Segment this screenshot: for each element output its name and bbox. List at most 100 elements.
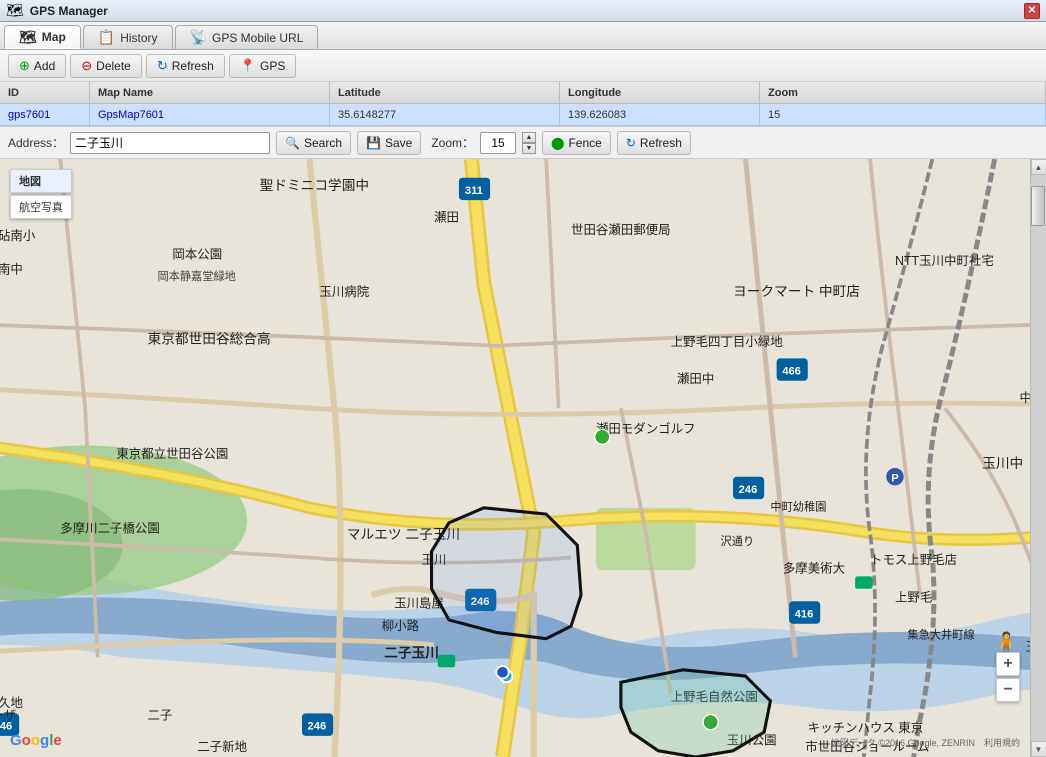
- cell-zoom: 15: [760, 104, 1046, 125]
- tab-gps-label: GPS Mobile URL: [212, 31, 303, 45]
- svg-text:二子玉川: 二子玉川: [384, 645, 439, 660]
- data-table: ID Map Name Latitude Longitude Zoom gps7…: [0, 82, 1046, 127]
- svg-text:砧南中: 砧南中: [0, 262, 23, 277]
- google-logo: Google: [10, 732, 62, 749]
- svg-text:久地: 久地: [0, 696, 23, 710]
- svg-text:玉川中: 玉川中: [982, 456, 1023, 471]
- svg-text:岡本公園: 岡本公園: [172, 248, 222, 262]
- svg-text:東京都立世田谷公園: 東京都立世田谷公園: [116, 446, 228, 461]
- cell-lat: 35.6148277: [330, 104, 560, 125]
- delete-label: Delete: [96, 59, 131, 73]
- add-icon: ⊕: [19, 58, 30, 74]
- map-view-aerial-button[interactable]: 航空写真: [10, 195, 72, 219]
- zoom-up-button[interactable]: ▲: [522, 132, 536, 143]
- svg-text:聖ドミニコ学園中: 聖ドミニコ学園中: [260, 178, 370, 193]
- scroll-up-button[interactable]: ▲: [1031, 159, 1046, 175]
- address-label: Address：: [8, 134, 64, 151]
- scrollbar-thumb[interactable]: [1031, 186, 1045, 226]
- gps-icon: 📍: [240, 58, 256, 74]
- refresh-icon: ↻: [157, 58, 168, 74]
- svg-text:瀬田モダンゴルフ: 瀬田モダンゴルフ: [596, 421, 696, 436]
- svg-text:柳小路: 柳小路: [382, 618, 420, 633]
- zoom-label: Zoom：: [431, 134, 474, 151]
- delete-icon: ⊖: [81, 58, 92, 74]
- svg-text:二子: 二子: [147, 709, 172, 723]
- address-input[interactable]: [70, 132, 270, 154]
- add-label: Add: [34, 59, 55, 73]
- svg-text:二子新地: 二子新地: [197, 739, 247, 754]
- map-background: 311 246 466 416 246 246 246 311 聖ドミニコ学園中…: [0, 159, 1030, 757]
- zoom-spinner: ▲ ▼: [522, 132, 536, 154]
- save-button[interactable]: 💾 Save: [357, 131, 421, 155]
- svg-text:世田谷瀬田郵便局: 世田谷瀬田郵便局: [571, 223, 671, 237]
- svg-text:中町幼稚園: 中町幼稚園: [770, 500, 826, 513]
- svg-text:瀬田中: 瀬田中: [677, 371, 714, 386]
- tab-bar: 🗺 Map 📋 History 📡 GPS Mobile URL: [0, 22, 1046, 50]
- zoom-out-button[interactable]: −: [996, 678, 1020, 702]
- col-header-zoom: Zoom: [760, 82, 1046, 103]
- map-refresh-icon: ↻: [626, 136, 636, 150]
- svg-text:多摩美術大: 多摩美術大: [783, 561, 845, 576]
- save-icon: 💾: [366, 136, 381, 150]
- gps-button[interactable]: 📍 GPS: [229, 54, 297, 78]
- delete-button[interactable]: ⊖ Delete: [70, 54, 142, 78]
- svg-text:玉川病院: 玉川病院: [319, 284, 369, 299]
- main-toolbar: ⊕ Add ⊖ Delete ↻ Refresh 📍 GPS: [0, 50, 1046, 82]
- map-scrollbar[interactable]: ▲ ▼: [1030, 159, 1046, 757]
- cell-mapname: GpsMap7601: [90, 104, 330, 125]
- refresh-button[interactable]: ↻ Refresh: [146, 54, 225, 78]
- app-icon: 🗺: [6, 2, 24, 19]
- svg-text:ヨークマート 中町店: ヨークマート 中町店: [733, 284, 860, 299]
- svg-text:311: 311: [465, 185, 483, 197]
- app-title: GPS Manager: [30, 4, 1018, 18]
- zoom-input[interactable]: [480, 132, 516, 154]
- scroll-down-button[interactable]: ▼: [1031, 741, 1046, 757]
- zoom-controls: + −: [996, 652, 1020, 702]
- tab-map[interactable]: 🗺 Map: [4, 25, 81, 49]
- svg-text:416: 416: [795, 608, 814, 620]
- svg-text:瀬田: 瀬田: [434, 210, 459, 224]
- svg-text:多摩川二子橋公園: 多摩川二子橋公園: [60, 521, 160, 536]
- fence-button[interactable]: ⬤ Fence: [542, 131, 611, 155]
- svg-text:P: P: [891, 473, 899, 485]
- col-header-lon: Longitude: [560, 82, 760, 103]
- map-view-map-button[interactable]: 地図: [10, 169, 72, 193]
- search-button[interactable]: 🔍 Search: [276, 131, 351, 155]
- svg-text:沢通り: 沢通り: [721, 534, 755, 548]
- svg-text:トモス上野毛店: トモス上野毛店: [870, 553, 957, 567]
- map-view-toggle: 地図 航空写真: [10, 169, 72, 219]
- col-header-mapname: Map Name: [90, 82, 330, 103]
- cell-lon: 139.626083: [560, 104, 760, 125]
- svg-text:246: 246: [308, 721, 327, 733]
- fence-icon: ⬤: [551, 136, 564, 150]
- address-bar: Address： 🔍 Search 💾 Save Zoom： ▲ ▼ ⬤ Fen…: [0, 127, 1046, 159]
- map-area[interactable]: 311 246 466 416 246 246 246 311 聖ドミニコ学園中…: [0, 159, 1046, 757]
- svg-text:集急大井町線: 集急大井町線: [907, 628, 974, 642]
- add-button[interactable]: ⊕ Add: [8, 54, 66, 78]
- search-icon: 🔍: [285, 136, 300, 150]
- tab-history-label: History: [120, 31, 157, 45]
- gps-tab-icon: 📡: [190, 29, 207, 46]
- svg-text:上野毛四丁目小緑地: 上野毛四丁目小緑地: [671, 334, 783, 349]
- refresh-label: Refresh: [172, 59, 214, 73]
- svg-text:岡本静嘉堂緑地: 岡本静嘉堂緑地: [157, 269, 235, 283]
- tab-history[interactable]: 📋 History: [83, 25, 173, 49]
- close-button[interactable]: ✕: [1024, 3, 1040, 19]
- svg-text:466: 466: [782, 366, 801, 378]
- zoom-down-button[interactable]: ▼: [522, 143, 536, 154]
- svg-text:中町: 中町: [1020, 390, 1030, 405]
- tab-gps-mobile-url[interactable]: 📡 GPS Mobile URL: [175, 25, 319, 49]
- svg-text:トイザらス・ベビーザ: トイザらス・ベビーザ: [0, 709, 16, 723]
- tab-map-label: Map: [42, 30, 66, 44]
- cell-id: gps7601: [0, 104, 90, 125]
- title-bar: 🗺 GPS Manager ✕: [0, 0, 1046, 22]
- zoom-in-button[interactable]: +: [996, 652, 1020, 676]
- table-row[interactable]: gps7601 GpsMap7601 35.6148277 139.626083…: [0, 104, 1046, 126]
- scrollbar-track: [1031, 175, 1046, 741]
- col-header-lat: Latitude: [330, 82, 560, 103]
- map-refresh-button[interactable]: ↻ Refresh: [617, 131, 691, 155]
- svg-text:246: 246: [739, 484, 758, 496]
- svg-text:キッチンハウス 東京: キッチンハウス 東京: [808, 721, 923, 735]
- gps-label: GPS: [260, 59, 285, 73]
- svg-text:東京都世田谷総合高: 東京都世田谷総合高: [147, 330, 270, 346]
